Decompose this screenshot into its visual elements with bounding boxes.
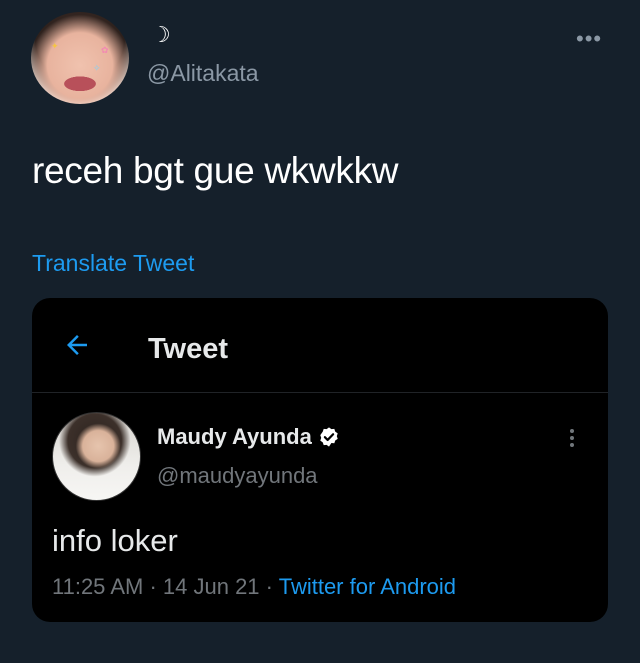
meta-separator: · <box>149 574 157 599</box>
quoted-header: Tweet <box>32 298 608 393</box>
quoted-header-title: Tweet <box>148 333 229 365</box>
author-display-name[interactable]: ☽ <box>151 24 171 46</box>
author-handle[interactable]: @Alitakata <box>147 60 259 87</box>
sticker-icon: ✦ <box>51 41 59 51</box>
more-vertical-icon[interactable] <box>562 426 582 452</box>
tweet-text: receh bgt gue wkwkkw <box>32 150 399 191</box>
translate-tweet-link[interactable]: Translate Tweet <box>32 250 194 277</box>
sticker-icon: ✧ <box>93 63 101 73</box>
quoted-author-avatar[interactable] <box>52 412 141 501</box>
meta-separator: · <box>265 574 273 599</box>
quoted-tweet-screenshot[interactable]: Tweet Maudy Ayunda @maudyayunda info lok… <box>32 298 608 622</box>
quoted-tweet-meta: 11:25 AM · 14 Jun 21 · Twitter for Andro… <box>52 574 456 600</box>
author-avatar[interactable]: ✦ ✿ ✧ <box>31 12 129 104</box>
quoted-time: 11:25 AM <box>52 574 144 599</box>
quoted-date: 14 Jun 21 <box>162 574 260 599</box>
quoted-author-name[interactable]: Maudy Ayunda <box>157 424 312 450</box>
back-arrow-icon[interactable] <box>62 330 92 360</box>
sticker-icon: ✿ <box>101 45 109 55</box>
quoted-author-handle[interactable]: @maudyayunda <box>157 463 318 489</box>
quoted-source-link[interactable]: Twitter for Android <box>279 574 456 599</box>
quoted-tweet-text: info loker <box>52 523 178 558</box>
more-icon[interactable]: ••• <box>576 28 602 50</box>
quoted-author-name-row: Maudy Ayunda <box>157 424 340 450</box>
verified-badge-icon <box>320 427 338 447</box>
